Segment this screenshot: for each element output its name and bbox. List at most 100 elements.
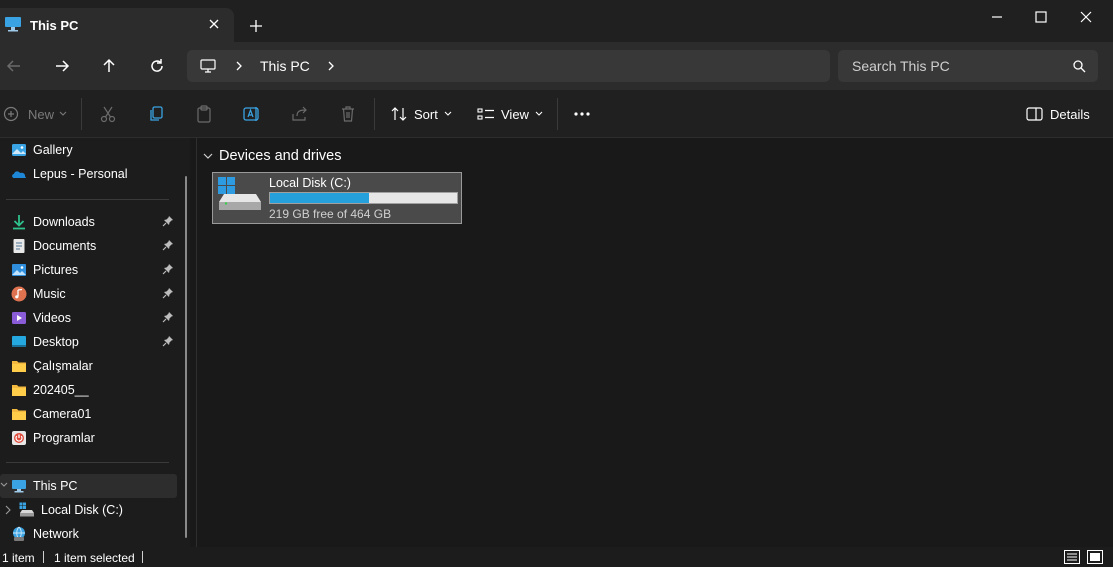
details-label: Details (1050, 106, 1090, 122)
drive-icon (19, 502, 35, 518)
details-button[interactable]: Details (1026, 104, 1090, 124)
view-label: View (501, 106, 529, 122)
sort-button[interactable]: Sort (390, 104, 452, 124)
selected-count: 1 item selected (54, 551, 135, 565)
onedrive-icon (11, 166, 27, 182)
chevron-down-icon (444, 111, 452, 117)
sidebar-item-desktop[interactable]: Desktop (0, 330, 177, 354)
folder-icon (11, 382, 27, 398)
close-tab-icon[interactable] (206, 16, 222, 32)
toolbar-divider (557, 98, 558, 130)
music-icon (11, 286, 27, 302)
sidebar-item-camera01[interactable]: Camera01 (0, 402, 177, 426)
share-icon[interactable] (291, 104, 309, 124)
view-button[interactable]: View (477, 104, 543, 124)
maximize-icon[interactable] (1034, 10, 1048, 24)
sidebar-item-programlar[interactable]: Programlar (0, 426, 177, 450)
sidebar-item-this-pc[interactable]: This PC (0, 474, 177, 498)
chevron-down-icon (203, 152, 213, 160)
videos-icon (11, 310, 27, 326)
drive-usage-fill (270, 193, 369, 203)
desktop-icon (11, 334, 27, 350)
search-input[interactable]: Search This PC (838, 50, 1098, 82)
minimize-icon[interactable] (990, 10, 1004, 24)
sidebar-item-network[interactable]: Network (0, 522, 177, 546)
delete-icon[interactable] (340, 104, 356, 124)
tab-title: This PC (30, 17, 79, 33)
sidebar-item-documents[interactable]: Documents (0, 234, 177, 258)
pin-icon[interactable] (162, 215, 174, 230)
content-pane: Devices and drives Local Disk (C:) 219 G… (197, 138, 1113, 547)
up-icon[interactable] (99, 56, 119, 76)
sidebar-scrollbar[interactable] (185, 176, 187, 538)
chevron-right-icon[interactable] (326, 60, 336, 72)
more-options-icon[interactable] (573, 104, 591, 124)
cut-icon[interactable] (100, 104, 116, 124)
gallery-icon (11, 142, 27, 158)
file-explorer-window: This PC This PC Search This PC New Sort … (0, 0, 1113, 567)
sort-icon (390, 106, 408, 122)
sort-label: Sort (414, 106, 438, 122)
sidebar-item-calismalar[interactable]: Çalışmalar (0, 354, 177, 378)
chevron-right-icon[interactable] (234, 60, 244, 72)
refresh-icon[interactable] (147, 56, 167, 76)
sidebar-item-202405[interactable]: 202405__ (0, 378, 177, 402)
sidebar-item-downloads[interactable]: Downloads (0, 210, 177, 234)
chevron-right-icon[interactable] (5, 505, 11, 515)
sidebar-item-pictures[interactable]: Pictures (0, 258, 177, 282)
copy-icon[interactable] (148, 104, 164, 124)
drive-tile-local-disk[interactable]: Local Disk (C:) 219 GB free of 464 GB (212, 172, 462, 224)
breadcrumb-this-pc[interactable]: This PC (260, 58, 310, 74)
pin-icon[interactable] (162, 239, 174, 254)
sidebar-item-local-disk[interactable]: Local Disk (C:) (0, 498, 177, 522)
pictures-icon (11, 262, 27, 278)
downloads-icon (11, 214, 27, 230)
drive-usage-bar (269, 192, 458, 204)
details-view-icon[interactable] (1064, 550, 1080, 564)
group-title: Devices and drives (219, 148, 342, 164)
back-icon[interactable] (4, 56, 24, 76)
programs-icon (11, 430, 27, 446)
folder-icon (11, 406, 27, 422)
drive-name: Local Disk (C:) (269, 176, 351, 190)
status-bar: 1 item 1 item selected (0, 547, 1113, 567)
address-bar[interactable]: This PC (187, 50, 830, 82)
group-devices-and-drives[interactable]: Devices and drives (203, 148, 342, 164)
drive-free-space: 219 GB free of 464 GB (269, 207, 392, 221)
chevron-down-icon[interactable] (0, 482, 8, 488)
new-tab-icon[interactable] (248, 18, 264, 34)
pin-icon[interactable] (162, 311, 174, 326)
tab-this-pc[interactable]: This PC (0, 8, 234, 42)
sidebar-item-videos[interactable]: Videos (0, 306, 177, 330)
plus-circle-icon (3, 106, 19, 122)
search-icon[interactable] (1072, 59, 1086, 76)
pin-icon[interactable] (162, 335, 174, 350)
sidebar-item-music[interactable]: Music (0, 282, 177, 306)
status-divider (43, 551, 44, 563)
toolbar-divider (81, 98, 82, 130)
address-row: This PC Search This PC (0, 42, 1113, 90)
drive-icon (216, 176, 262, 212)
command-bar: New Sort View Details (0, 90, 1113, 138)
toolbar-divider (374, 98, 375, 130)
pin-icon[interactable] (162, 263, 174, 278)
item-count: 1 item (2, 551, 35, 565)
documents-icon (11, 238, 27, 254)
title-bar: This PC (0, 0, 1113, 42)
pin-icon[interactable] (162, 287, 174, 302)
paste-icon[interactable] (196, 104, 212, 124)
this-pc-icon (4, 16, 22, 35)
close-icon[interactable] (1079, 10, 1093, 24)
rename-icon[interactable] (243, 104, 261, 124)
new-button[interactable]: New (3, 104, 67, 124)
status-divider (142, 551, 143, 563)
this-pc-icon (200, 58, 216, 74)
forward-icon[interactable] (52, 56, 72, 76)
view-icon (477, 106, 495, 122)
large-icons-view-icon[interactable] (1087, 550, 1103, 564)
sidebar-item-onedrive[interactable]: Lepus - Personal (0, 162, 177, 186)
sidebar-item-gallery[interactable]: Gallery (0, 138, 177, 162)
search-placeholder: Search This PC (852, 58, 950, 74)
chevron-down-icon (59, 111, 67, 117)
new-label: New (28, 106, 55, 122)
